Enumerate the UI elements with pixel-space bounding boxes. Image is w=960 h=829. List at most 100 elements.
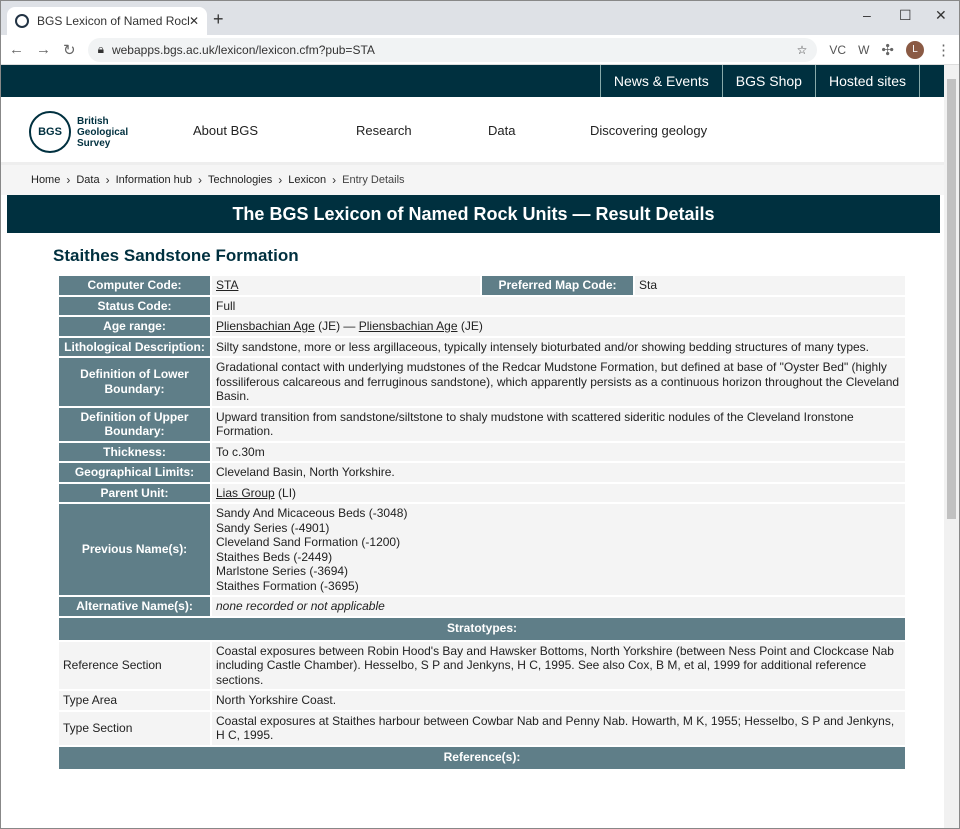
label-age-range: Age range: xyxy=(59,317,210,336)
table-row: Definition of Upper Boundary: Upward tran… xyxy=(59,407,905,441)
stratotype-text: Coastal exposures at Staithes harbour be… xyxy=(212,711,905,745)
profile-avatar[interactable]: L xyxy=(906,40,924,59)
label-parent-unit: Parent Unit: xyxy=(59,483,210,502)
url-text[interactable]: webapps.bgs.ac.uk/lexicon/lexicon.cfm?pu… xyxy=(112,43,375,57)
age-to-code: (JE) xyxy=(457,319,483,333)
thickness-value: To c.30m xyxy=(212,442,905,461)
breadcrumb-technologies[interactable]: Technologies xyxy=(208,174,272,186)
table-row: Status Code: Full xyxy=(59,296,905,315)
breadcrumb-data[interactable]: Data xyxy=(76,174,99,186)
label-lower-boundary: Definition of Lower Boundary: xyxy=(59,358,210,406)
chevron-right-icon: › xyxy=(198,173,203,187)
nav-discovering-geology[interactable]: Discovering geology xyxy=(590,123,707,138)
table-row: Stratotypes: xyxy=(59,617,905,640)
previous-name: Marlstone Series (-3694) xyxy=(216,564,349,578)
minimize-icon[interactable]: – xyxy=(863,7,871,23)
previous-names-value: Sandy And Micaceous Beds (-3048) Sandy S… xyxy=(212,504,905,595)
previous-name: Sandy And Micaceous Beds (-3048) xyxy=(216,506,408,520)
label-previous-names: Previous Name(s): xyxy=(59,504,210,595)
page-viewport: News & Events BGS Shop Hosted sites BGS … xyxy=(1,65,944,828)
stratotypes-heading: Stratotypes: xyxy=(59,617,905,640)
map-code-value: Sta xyxy=(635,276,905,295)
scrollbar-thumb[interactable] xyxy=(947,79,956,519)
parent-unit-code: (LI) xyxy=(274,485,297,500)
bookmark-star-icon[interactable]: ☆ xyxy=(797,43,808,57)
lithology-value: Silty sandstone, more or less argillaceo… xyxy=(212,337,905,356)
tab-title: BGS Lexicon of Named Rock Unit xyxy=(37,14,189,28)
logo-line: Survey xyxy=(77,137,111,149)
stratotype-row: Reference Section Coastal exposures betwe… xyxy=(59,641,905,689)
chevron-right-icon: › xyxy=(278,173,283,187)
label-map-code: Preferred Map Code: xyxy=(482,276,633,295)
url-field[interactable]: 🔒︎ webapps.bgs.ac.uk/lexicon/lexicon.cfm… xyxy=(87,37,818,62)
label-geographical-limits: Geographical Limits: xyxy=(59,463,210,482)
label-thickness: Thickness: xyxy=(59,442,210,461)
label-computer-code: Computer Code: xyxy=(59,276,210,295)
maximize-icon[interactable]: ☐ xyxy=(899,7,912,24)
previous-name: Staithes Beds (-2449) xyxy=(216,549,333,564)
extension-w-icon[interactable]: W xyxy=(858,43,869,57)
breadcrumb-entry-details: Entry Details xyxy=(342,174,405,186)
menu-kebab-icon[interactable]: ⋮ xyxy=(936,41,951,59)
table-row: Geographical Limits: Cleveland Basin, Nor… xyxy=(59,463,905,482)
computer-code-link[interactable]: STA xyxy=(216,278,238,292)
upper-boundary-value: Upward transition from sandstone/siltsto… xyxy=(212,407,905,441)
page-banner: The BGS Lexicon of Named Rock Units — Re… xyxy=(7,195,940,233)
browser-tab[interactable]: BGS Lexicon of Named Rock Unit ✕ xyxy=(7,7,207,35)
nav-about-bgs[interactable]: About BGS xyxy=(193,123,258,138)
table-row: Lithological Description: Silty sandstone… xyxy=(59,337,905,356)
table-row: Computer Code: STA Preferred Map Code: S… xyxy=(59,276,905,295)
topnav-bgs-shop[interactable]: BGS Shop xyxy=(721,65,815,97)
lexicon-details-table: Computer Code: STA Preferred Map Code: S… xyxy=(57,274,907,771)
new-tab-icon[interactable]: + xyxy=(213,9,224,30)
age-range-value: Pliensbachian Age (JE) — Pliensbachian A… xyxy=(212,317,905,336)
alternative-names-value: none recorded or not applicable xyxy=(212,597,905,616)
stratotype-row: Type Section Coastal exposures at Staithe… xyxy=(59,711,905,745)
page-scrollbar[interactable] xyxy=(944,65,959,828)
age-to-link[interactable]: Pliensbachian Age xyxy=(359,319,458,333)
chevron-right-icon: › xyxy=(105,173,110,187)
alternative-names-text: none recorded or not applicable xyxy=(216,599,385,613)
close-window-icon[interactable]: ✕ xyxy=(935,7,947,24)
breadcrumb-information-hub[interactable]: Information hub xyxy=(116,174,192,186)
nav-data[interactable]: Data xyxy=(488,123,515,138)
stratotype-row: Type Area North Yorkshire Coast. xyxy=(59,691,905,710)
label-lithology: Lithological Description: xyxy=(59,337,210,356)
label-alternative-names: Alternative Name(s): xyxy=(59,597,210,616)
reload-icon[interactable]: ↻ xyxy=(63,41,76,59)
unit-name-heading: Staithes Sandstone Formation xyxy=(53,246,299,265)
breadcrumb: Home › Data › Information hub › Technologie… xyxy=(1,165,944,195)
geographical-limits-value: Cleveland Basin, North Yorkshire. xyxy=(212,463,905,482)
forward-icon[interactable]: → xyxy=(36,41,51,58)
breadcrumb-home[interactable]: Home xyxy=(31,174,60,186)
table-row: Age range: Pliensbachian Age (JE) — Plien… xyxy=(59,317,905,336)
main-nav: BGS British Geological Survey About BGS Re… xyxy=(1,97,944,165)
previous-name: Sandy Series (-4901) xyxy=(216,520,330,535)
stratotype-text: Coastal exposures between Robin Hood's B… xyxy=(212,641,905,689)
parent-unit-link[interactable]: Lias Group xyxy=(216,486,275,500)
stratotype-text: North Yorkshire Coast. xyxy=(212,691,905,710)
back-icon[interactable]: ← xyxy=(9,41,24,58)
bgs-favicon-icon xyxy=(15,14,29,28)
close-tab-icon[interactable]: ✕ xyxy=(189,14,199,28)
bgs-logo[interactable]: BGS British Geological Survey xyxy=(29,111,128,153)
stratotype-type: Type Section xyxy=(59,711,210,745)
bgs-logo-mark: BGS xyxy=(29,111,71,153)
logo-line: Geological xyxy=(77,126,129,138)
label-status: Status Code: xyxy=(59,296,210,315)
nav-research[interactable]: Research xyxy=(356,123,412,138)
browser-tabstrip: BGS Lexicon of Named Rock Unit ✕ + – ☐ ✕ xyxy=(1,1,959,35)
extensions-puzzle-icon[interactable]: ✣ xyxy=(881,41,894,59)
breadcrumb-lexicon[interactable]: Lexicon xyxy=(288,174,326,186)
extension-vc-icon[interactable]: VC xyxy=(829,43,846,57)
table-row: Definition of Lower Boundary: Gradational… xyxy=(59,358,905,406)
stratotype-type: Reference Section xyxy=(59,641,210,689)
age-from-link[interactable]: Pliensbachian Age xyxy=(216,319,315,333)
previous-name: Cleveland Sand Formation (-1200) xyxy=(216,535,401,549)
logo-line: British xyxy=(77,115,109,127)
top-nav: News & Events BGS Shop Hosted sites xyxy=(1,65,944,97)
topnav-news-events[interactable]: News & Events xyxy=(599,65,722,97)
chevron-right-icon: › xyxy=(66,173,71,187)
topnav-hosted-sites[interactable]: Hosted sites xyxy=(814,65,920,97)
label-upper-boundary: Definition of Upper Boundary: xyxy=(59,407,210,441)
